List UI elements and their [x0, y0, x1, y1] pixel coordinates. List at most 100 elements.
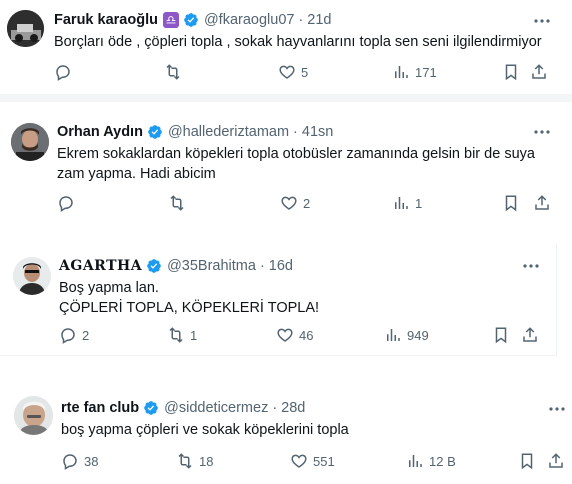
share-icon — [547, 452, 565, 470]
timestamp[interactable]: 28d — [281, 400, 305, 416]
reply-count: 2 — [82, 327, 90, 343]
tweet-card[interactable]: rte fan club @siddeticermez · 28d boş ya… — [0, 388, 572, 484]
separator-dot: · — [272, 400, 278, 416]
tweet-card[interactable]: Faruk karaoğlu ♎ @fkaraoglu07 · 21d Borç… — [0, 0, 572, 94]
reply-icon — [61, 452, 79, 470]
timestamp[interactable]: 41sn — [302, 124, 333, 140]
share-button[interactable] — [533, 193, 551, 213]
like-count: 5 — [301, 64, 309, 80]
user-handle[interactable]: @hallederiztamam — [168, 124, 289, 140]
like-count: 551 — [313, 453, 335, 469]
share-icon — [533, 194, 551, 212]
tweet-text-line: ÇÖPLERİ TOPLA, KÖPEKLERİ TOPLA! — [59, 300, 320, 316]
tweet-card[interactable]: Orhan Aydın @hallederiztamam · 41sn Ekre… — [0, 110, 572, 226]
retweet-button[interactable]: 1 — [167, 325, 197, 345]
reply-icon — [54, 63, 72, 81]
verified-badge-icon — [146, 258, 162, 274]
like-count: 46 — [299, 327, 314, 343]
retweet-button[interactable] — [168, 193, 191, 213]
verified-badge-icon — [183, 12, 199, 28]
tweet-text-line: boş yapma çöpleri ve sokak köpeklerini t… — [61, 422, 349, 438]
user-handle[interactable]: @35Brahitma — [167, 258, 256, 274]
reply-icon — [59, 326, 77, 344]
views-icon — [406, 452, 424, 470]
views-button[interactable]: 1 — [392, 193, 422, 213]
retweet-icon — [176, 452, 194, 470]
timestamp[interactable]: 16d — [269, 258, 293, 274]
retweet-button[interactable] — [164, 62, 187, 82]
views-button[interactable]: 171 — [392, 62, 437, 82]
tweet-text-line: Ekrem sokaklardan köpekleri topla otobüs… — [57, 146, 535, 162]
bookmark-button[interactable] — [518, 451, 536, 471]
verified-badge-icon — [147, 124, 163, 140]
views-icon — [384, 326, 402, 344]
more-icon[interactable] — [521, 258, 541, 274]
views-count: 949 — [407, 327, 429, 343]
retweet-button[interactable]: 18 — [176, 451, 213, 471]
display-name[interactable]: Faruk karaoğlu — [54, 12, 158, 28]
share-button[interactable] — [530, 62, 548, 82]
views-count: 12 B — [429, 453, 456, 469]
reply-icon — [57, 194, 75, 212]
reply-button[interactable] — [54, 62, 77, 82]
verified-badge-icon — [143, 400, 159, 416]
like-icon — [276, 326, 294, 344]
retweet-icon — [164, 63, 182, 81]
card-border — [556, 244, 557, 356]
tweet-text-line: Boş yapma lan. — [59, 280, 159, 296]
reply-count: 38 — [84, 453, 99, 469]
divider — [0, 94, 572, 102]
more-icon[interactable] — [532, 124, 552, 140]
bookmark-button[interactable] — [502, 62, 520, 82]
bookmark-icon — [502, 194, 520, 212]
avatar[interactable] — [7, 10, 44, 47]
timestamp[interactable]: 21d — [307, 12, 331, 28]
tweet-text-line: zam yapma. Hadi abicim — [57, 166, 216, 182]
like-icon — [290, 452, 308, 470]
retweet-icon — [168, 194, 186, 212]
display-name[interactable]: AGARTHA — [59, 258, 142, 274]
avatar[interactable] — [11, 123, 49, 161]
share-button[interactable] — [521, 325, 539, 345]
like-button[interactable]: 5 — [278, 62, 308, 82]
separator-dot: · — [298, 12, 304, 28]
views-count: 171 — [415, 64, 437, 80]
more-icon[interactable] — [547, 401, 567, 417]
share-icon — [530, 63, 548, 81]
retweet-icon — [167, 326, 185, 344]
views-icon — [392, 194, 410, 212]
bookmark-button[interactable] — [502, 193, 520, 213]
bookmark-icon — [492, 326, 510, 344]
user-handle[interactable]: @fkaraoglu07 — [204, 12, 295, 28]
separator-dot: · — [293, 124, 298, 140]
views-count: 1 — [415, 195, 423, 211]
views-button[interactable]: 949 — [384, 325, 429, 345]
retweet-count: 1 — [190, 327, 198, 343]
like-button[interactable]: 2 — [280, 193, 310, 213]
share-icon — [521, 326, 539, 344]
more-icon[interactable] — [532, 13, 552, 29]
views-icon — [392, 63, 410, 81]
views-button[interactable]: 12 B — [406, 451, 456, 471]
card-border — [0, 355, 557, 356]
like-icon — [278, 63, 296, 81]
like-icon — [280, 194, 298, 212]
share-button[interactable] — [547, 451, 565, 471]
tweet-text-line: Borçları öde , çöpleri topla , sokak hay… — [54, 34, 542, 50]
bookmark-icon — [502, 63, 520, 81]
bookmark-button[interactable] — [492, 325, 510, 345]
divider — [0, 226, 572, 246]
like-button[interactable]: 551 — [290, 451, 335, 471]
bookmark-icon — [518, 452, 536, 470]
reply-button[interactable]: 2 — [59, 325, 89, 345]
reply-button[interactable]: 38 — [61, 451, 98, 471]
display-name[interactable]: rte fan club — [61, 400, 139, 416]
avatar[interactable] — [13, 257, 51, 295]
avatar[interactable] — [14, 396, 53, 435]
user-handle[interactable]: @siddeticermez — [164, 400, 268, 416]
display-name[interactable]: Orhan Aydın — [57, 124, 143, 140]
like-button[interactable]: 46 — [276, 325, 313, 345]
retweet-count: 18 — [199, 453, 214, 469]
tweet-card[interactable]: AGARTHA @35Brahitma · 16d Boş yapma lan.… — [0, 246, 556, 355]
reply-button[interactable] — [57, 193, 80, 213]
